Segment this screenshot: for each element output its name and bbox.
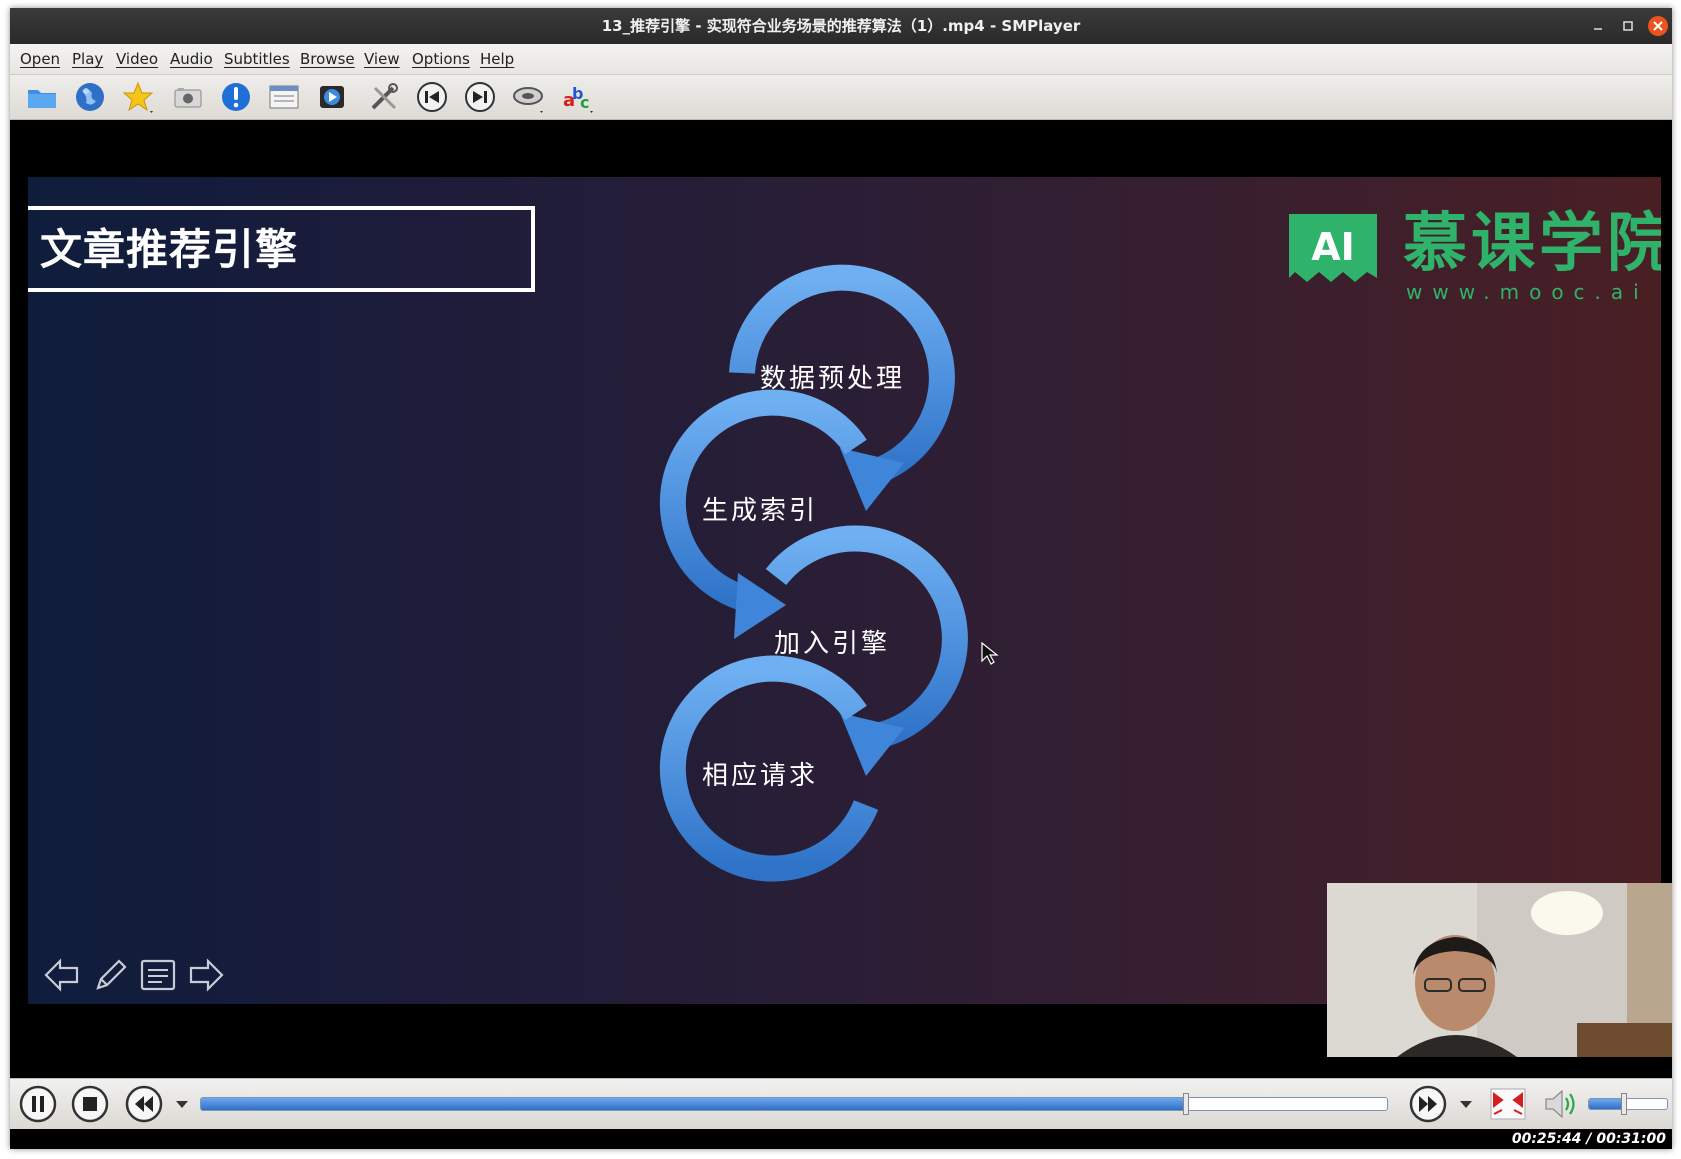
open-url-globe-icon[interactable] — [72, 79, 108, 115]
playlist-icon[interactable] — [266, 79, 302, 115]
rewind-button[interactable] — [124, 1084, 164, 1124]
info-exclamation-icon[interactable] — [218, 79, 254, 115]
prev-arrow-icon[interactable] — [42, 955, 82, 995]
audio-track-icon[interactable] — [510, 79, 546, 115]
playback-controls — [10, 1078, 1672, 1129]
process-cycle-diagram — [659, 264, 968, 882]
presentation-slide: 文章推荐引擎 AI 慕课学院 www.mooc.ai 数据预处理 生成索引 加入… — [28, 177, 1661, 1004]
menu-browse[interactable]: Browse — [300, 44, 355, 74]
seek-bar-fill — [201, 1098, 1186, 1110]
forward-button[interactable] — [1408, 1084, 1448, 1124]
step-label-1: 数据预处理 — [760, 364, 906, 394]
next-chapter-icon[interactable] — [462, 79, 498, 115]
status-bar: 00:25:44 / 00:31:00 — [10, 1129, 1672, 1149]
menu-audio[interactable]: Audio — [170, 44, 213, 74]
maximize-icon[interactable] — [1616, 14, 1640, 38]
window-title: 13_推荐引擎 - 实现符合业务场景的推荐算法（1）.mp4 - SMPlaye… — [601, 17, 1081, 35]
forward-dropdown-icon[interactable] — [1460, 1101, 1472, 1109]
webcam-inset — [1327, 883, 1672, 1057]
volume-slider[interactable] — [1588, 1098, 1668, 1110]
notes-icon[interactable] — [138, 955, 178, 995]
open-folder-icon[interactable] — [24, 79, 60, 115]
toolbar: abc — [10, 75, 1672, 120]
volume-slider-handle[interactable] — [1621, 1093, 1627, 1115]
mouse-cursor-icon — [981, 641, 999, 665]
screenshot-camera-icon[interactable] — [170, 79, 206, 115]
pen-icon[interactable] — [90, 955, 130, 995]
stop-button[interactable] — [70, 1084, 110, 1124]
title-bar: 13_推荐引擎 - 实现符合业务场景的推荐算法（1）.mp4 - SMPlaye… — [10, 8, 1672, 44]
step-label-4: 相应请求 — [702, 761, 819, 791]
menu-help[interactable]: Help — [480, 44, 514, 74]
svg-text:c: c — [580, 93, 589, 112]
time-display: 00:25:44 / 00:31:00 — [1511, 1131, 1666, 1147]
close-icon[interactable] — [1646, 14, 1670, 38]
preferences-tools-icon[interactable] — [366, 79, 402, 115]
menu-subtitles[interactable]: Subtitles — [224, 44, 290, 74]
menu-open[interactable]: Open — [20, 44, 60, 74]
volume-slider-fill — [1589, 1099, 1625, 1109]
menu-play[interactable]: Play — [72, 44, 103, 74]
minimize-icon[interactable] — [1586, 14, 1610, 38]
favorites-star-icon[interactable] — [120, 79, 156, 115]
menu-video[interactable]: Video — [116, 44, 158, 74]
step-label-3: 加入引擎 — [774, 629, 891, 659]
fullscreen-icon[interactable] — [1488, 1084, 1528, 1124]
volume-icon[interactable] — [1540, 1084, 1580, 1124]
pause-button[interactable] — [18, 1084, 58, 1124]
step-label-2: 生成索引 — [702, 496, 819, 526]
rewind-dropdown-icon[interactable] — [176, 1101, 188, 1109]
video-area[interactable]: 文章推荐引擎 AI 慕课学院 www.mooc.ai 数据预处理 生成索引 加入… — [10, 120, 1672, 1078]
seek-bar[interactable] — [200, 1097, 1388, 1111]
menu-bar: Open Play Video Audio Subtitles Browse V… — [10, 44, 1672, 75]
seek-bar-handle[interactable] — [1182, 1093, 1189, 1115]
video-preferences-icon[interactable] — [314, 79, 350, 115]
subtitle-track-icon[interactable]: abc — [560, 79, 596, 115]
smplayer-window: 13_推荐引擎 - 实现符合业务场景的推荐算法（1）.mp4 - SMPlaye… — [10, 8, 1672, 1149]
menu-view[interactable]: View — [364, 44, 400, 74]
previous-chapter-icon[interactable] — [414, 79, 450, 115]
next-arrow-icon[interactable] — [186, 955, 226, 995]
menu-options[interactable]: Options — [412, 44, 470, 74]
